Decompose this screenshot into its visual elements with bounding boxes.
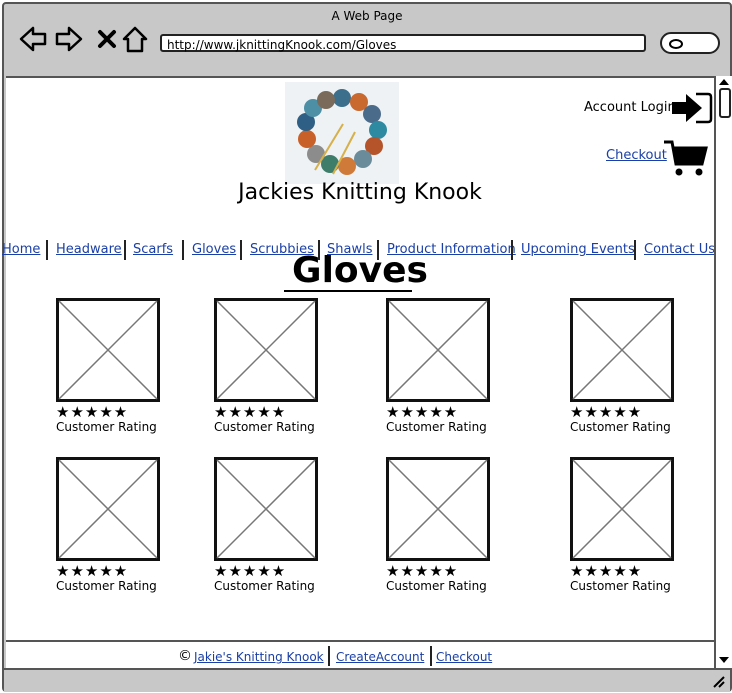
scroll-thumb[interactable] [719, 88, 731, 118]
address-bar[interactable]: http://www.jknittingKnook.com/Gloves [160, 34, 646, 52]
footer-create-account-link[interactable]: CreateAccount [336, 650, 424, 664]
footer-separator [430, 646, 432, 666]
product-card[interactable]: ★★★★★ Customer Rating [570, 457, 690, 597]
checkout-link[interactable]: Checkout [606, 148, 667, 163]
login-icon[interactable] [670, 90, 714, 126]
product-image-placeholder[interactable] [56, 457, 160, 561]
product-image-placeholder[interactable] [56, 298, 160, 402]
status-bar [4, 668, 730, 692]
product-card[interactable]: ★★★★★ Customer Rating [56, 457, 176, 597]
star-rating: ★★★★★ [386, 562, 459, 580]
product-image-placeholder[interactable] [386, 298, 490, 402]
scroll-down-icon[interactable] [716, 654, 732, 666]
star-rating: ★★★★★ [570, 403, 643, 421]
search-icon [669, 39, 683, 49]
footer-checkout-link[interactable]: Checkout [436, 650, 492, 664]
forward-arrow-icon[interactable] [54, 24, 84, 54]
browser-window: A Web Page http://www.jknittingKnook.com… [2, 2, 732, 692]
vertical-scrollbar[interactable] [714, 76, 732, 668]
shopping-cart-icon[interactable] [662, 138, 710, 178]
customer-rating-label: Customer Rating [386, 579, 487, 593]
footer-site-link[interactable]: Jakie's Knitting Knook [194, 650, 324, 664]
customer-rating-label: Customer Rating [214, 579, 315, 593]
customer-rating-label: Customer Rating [386, 420, 487, 434]
browser-toolbar: A Web Page http://www.jknittingKnook.com… [4, 4, 730, 74]
page-footer: © Jakie's Knitting Knook CreateAccount C… [6, 640, 714, 670]
search-box[interactable] [660, 32, 720, 54]
star-rating: ★★★★★ [570, 562, 643, 580]
product-image-placeholder[interactable] [214, 457, 318, 561]
close-icon[interactable] [92, 24, 122, 54]
star-rating: ★★★★★ [56, 403, 129, 421]
page-title: Gloves [292, 250, 428, 291]
footer-separator [328, 646, 330, 666]
product-card[interactable]: ★★★★★ Customer Rating [570, 298, 690, 438]
copyright-symbol: © [178, 648, 192, 664]
product-image-placeholder[interactable] [214, 298, 318, 402]
customer-rating-label: Customer Rating [570, 420, 671, 434]
account-login-label[interactable]: Account Login [584, 100, 676, 115]
customer-rating-label: Customer Rating [56, 579, 157, 593]
product-card[interactable]: ★★★★★ Customer Rating [214, 298, 334, 438]
home-icon[interactable] [120, 24, 150, 54]
star-rating: ★★★★★ [214, 562, 287, 580]
heading-underline [284, 290, 412, 292]
product-card[interactable]: ★★★★★ Customer Rating [386, 457, 506, 597]
page-content: Jackies Knitting Knook Account Login Che… [2, 76, 715, 670]
scroll-up-icon[interactable] [716, 76, 732, 88]
product-image-placeholder[interactable] [570, 457, 674, 561]
star-rating: ★★★★★ [386, 403, 459, 421]
star-rating: ★★★★★ [214, 403, 287, 421]
customer-rating-label: Customer Rating [214, 420, 315, 434]
star-rating: ★★★★★ [56, 562, 129, 580]
product-card[interactable]: ★★★★★ Customer Rating [214, 457, 334, 597]
window-title: A Web Page [331, 9, 403, 23]
product-card[interactable]: ★★★★★ Customer Rating [386, 298, 506, 438]
resize-grip-icon[interactable] [710, 674, 726, 688]
product-image-placeholder[interactable] [386, 457, 490, 561]
back-arrow-icon[interactable] [18, 24, 48, 54]
customer-rating-label: Customer Rating [570, 579, 671, 593]
customer-rating-label: Customer Rating [56, 420, 157, 434]
product-card[interactable]: ★★★★★ Customer Rating [56, 298, 176, 438]
logo-yarn-wreath-image [285, 82, 399, 184]
product-image-placeholder[interactable] [570, 298, 674, 402]
site-title: Jackies Knitting Knook [238, 180, 482, 205]
